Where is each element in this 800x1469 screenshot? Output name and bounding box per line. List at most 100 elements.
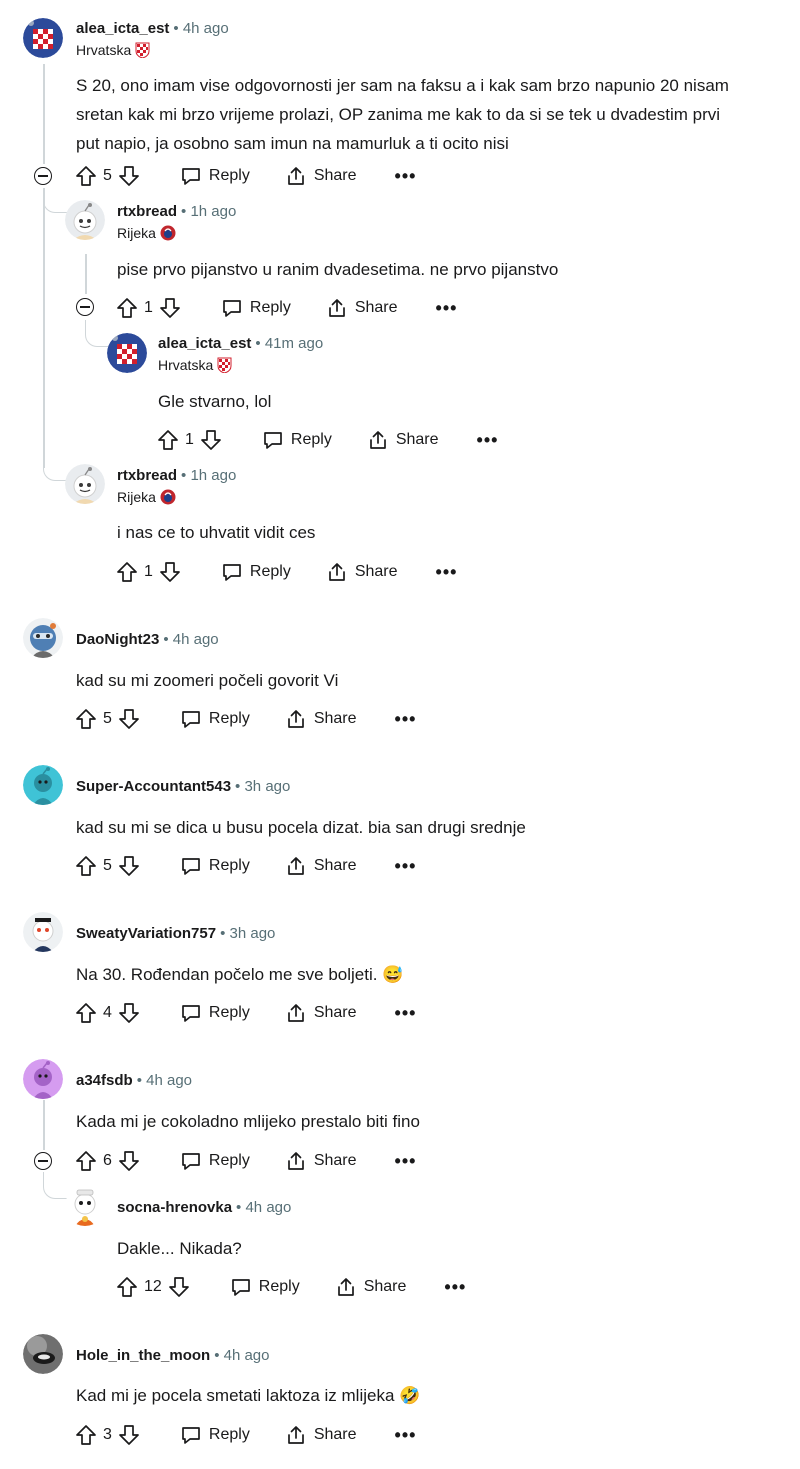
more-options-icon[interactable]: ••• bbox=[395, 1151, 417, 1172]
downvote-icon[interactable] bbox=[118, 165, 140, 187]
avatar[interactable] bbox=[23, 1334, 63, 1374]
more-options-icon[interactable]: ••• bbox=[395, 709, 417, 730]
downvote-icon[interactable] bbox=[118, 855, 140, 877]
rijeka-emblem-icon bbox=[160, 225, 176, 241]
more-options-icon[interactable]: ••• bbox=[395, 166, 417, 187]
username-text[interactable]: SweatyVariation757 bbox=[76, 925, 216, 942]
avatar[interactable] bbox=[23, 18, 63, 58]
reply-label: Reply bbox=[249, 563, 291, 580]
avatar[interactable] bbox=[23, 1059, 63, 1099]
upvote-icon[interactable] bbox=[116, 561, 138, 583]
avatar[interactable] bbox=[23, 618, 63, 658]
croatia-flag-icon bbox=[217, 357, 232, 374]
share-button[interactable]: Share bbox=[285, 708, 357, 730]
avatar[interactable] bbox=[65, 464, 105, 504]
upvote-icon[interactable] bbox=[75, 1424, 97, 1446]
reply-button[interactable]: Reply bbox=[230, 1276, 300, 1298]
share-button[interactable]: Share bbox=[285, 1150, 357, 1172]
downvote-icon[interactable] bbox=[168, 1276, 190, 1298]
more-options-icon[interactable]: ••• bbox=[395, 1425, 417, 1446]
username-text[interactable]: rtxbread bbox=[117, 203, 177, 220]
username[interactable]: alea_icta_est • 41m ago bbox=[158, 335, 323, 352]
upvote-icon[interactable] bbox=[157, 429, 179, 451]
upvote-icon[interactable] bbox=[75, 1002, 97, 1024]
username-text[interactable]: rtxbread bbox=[117, 467, 177, 484]
downvote-icon[interactable] bbox=[200, 429, 222, 451]
upvote-icon[interactable] bbox=[75, 165, 97, 187]
reply-button[interactable]: Reply bbox=[180, 165, 250, 187]
comment-body: Na 30. Rođendan počelo me sve boljeti. 😅 bbox=[76, 960, 786, 989]
share-button[interactable]: Share bbox=[335, 1276, 407, 1298]
avatar[interactable] bbox=[23, 912, 63, 952]
username[interactable]: rtxbread • 1h ago bbox=[117, 467, 236, 484]
upvote-icon[interactable] bbox=[116, 297, 138, 319]
avatar[interactable] bbox=[107, 333, 147, 373]
username[interactable]: rtxbread • 1h ago bbox=[117, 203, 236, 220]
share-icon bbox=[326, 297, 348, 319]
vote-count: 5 bbox=[103, 857, 112, 874]
collapse-thread-button[interactable] bbox=[34, 1152, 52, 1170]
username-text[interactable]: Super-Accountant543 bbox=[76, 778, 231, 795]
share-button[interactable]: Share bbox=[285, 165, 357, 187]
reply-button[interactable]: Reply bbox=[221, 561, 291, 583]
downvote-icon[interactable] bbox=[118, 1150, 140, 1172]
reply-icon bbox=[180, 1150, 202, 1172]
collapse-thread-button[interactable] bbox=[76, 298, 94, 316]
reply-button[interactable]: Reply bbox=[221, 297, 291, 319]
upvote-icon[interactable] bbox=[116, 1276, 138, 1298]
comment-line: S 20, ono imam vise odgovornosti jer sam… bbox=[76, 76, 729, 95]
username-text[interactable]: a34fsdb bbox=[76, 1072, 133, 1089]
upvote-icon[interactable] bbox=[75, 855, 97, 877]
downvote-icon[interactable] bbox=[118, 1424, 140, 1446]
share-button[interactable]: Share bbox=[326, 561, 398, 583]
username[interactable]: DaoNight23 • 4h ago bbox=[76, 631, 219, 648]
comment-body: pise prvo pijanstvo u ranim dvadesetima.… bbox=[117, 255, 777, 284]
reply-icon bbox=[180, 708, 202, 730]
collapse-thread-button[interactable] bbox=[34, 167, 52, 185]
username-text[interactable]: alea_icta_est bbox=[158, 335, 251, 352]
username[interactable]: alea_icta_est • 4h ago bbox=[76, 20, 229, 37]
upvote-icon[interactable] bbox=[75, 708, 97, 730]
avatar[interactable] bbox=[23, 765, 63, 805]
more-options-icon[interactable]: ••• bbox=[477, 430, 499, 451]
reply-button[interactable]: Reply bbox=[180, 1150, 250, 1172]
username-text[interactable]: socna-hrenovka bbox=[117, 1199, 232, 1216]
share-button[interactable]: Share bbox=[285, 1424, 357, 1446]
downvote-icon[interactable] bbox=[118, 708, 140, 730]
share-label: Share bbox=[313, 710, 357, 727]
comment-body: kad su mi se dica u busu pocela dizat. b… bbox=[76, 813, 786, 842]
more-options-icon[interactable]: ••• bbox=[436, 298, 458, 319]
username[interactable]: a34fsdb • 4h ago bbox=[76, 1072, 192, 1089]
username-text[interactable]: Hole_in_the_moon bbox=[76, 1347, 210, 1364]
share-button[interactable]: Share bbox=[285, 855, 357, 877]
more-options-icon[interactable]: ••• bbox=[436, 562, 458, 583]
more-options-icon[interactable]: ••• bbox=[395, 856, 417, 877]
share-button[interactable]: Share bbox=[367, 429, 439, 451]
timestamp: • 4h ago bbox=[214, 1347, 270, 1364]
more-options-icon[interactable]: ••• bbox=[444, 1277, 466, 1298]
share-button[interactable]: Share bbox=[285, 1002, 357, 1024]
avatar[interactable] bbox=[65, 200, 105, 240]
reply-button[interactable]: Reply bbox=[180, 708, 250, 730]
reply-button[interactable]: Reply bbox=[180, 1002, 250, 1024]
share-label: Share bbox=[363, 1278, 407, 1295]
share-label: Share bbox=[313, 857, 357, 874]
share-button[interactable]: Share bbox=[326, 297, 398, 319]
avatar[interactable] bbox=[65, 1186, 105, 1226]
reply-button[interactable]: Reply bbox=[262, 429, 332, 451]
username[interactable]: socna-hrenovka • 4h ago bbox=[117, 1199, 291, 1216]
reply-button[interactable]: Reply bbox=[180, 1424, 250, 1446]
comment-actions: 1 Reply Share ••• bbox=[157, 425, 498, 455]
downvote-icon[interactable] bbox=[159, 561, 181, 583]
upvote-icon[interactable] bbox=[75, 1150, 97, 1172]
username[interactable]: SweatyVariation757 • 3h ago bbox=[76, 925, 275, 942]
downvote-icon[interactable] bbox=[159, 297, 181, 319]
username-text[interactable]: DaoNight23 bbox=[76, 631, 159, 648]
reply-button[interactable]: Reply bbox=[180, 855, 250, 877]
username[interactable]: Super-Accountant543 • 3h ago bbox=[76, 778, 290, 795]
username-text[interactable]: alea_icta_est bbox=[76, 20, 169, 37]
username[interactable]: Hole_in_the_moon • 4h ago bbox=[76, 1347, 270, 1364]
more-options-icon[interactable]: ••• bbox=[395, 1003, 417, 1024]
share-label: Share bbox=[313, 1426, 357, 1443]
downvote-icon[interactable] bbox=[118, 1002, 140, 1024]
